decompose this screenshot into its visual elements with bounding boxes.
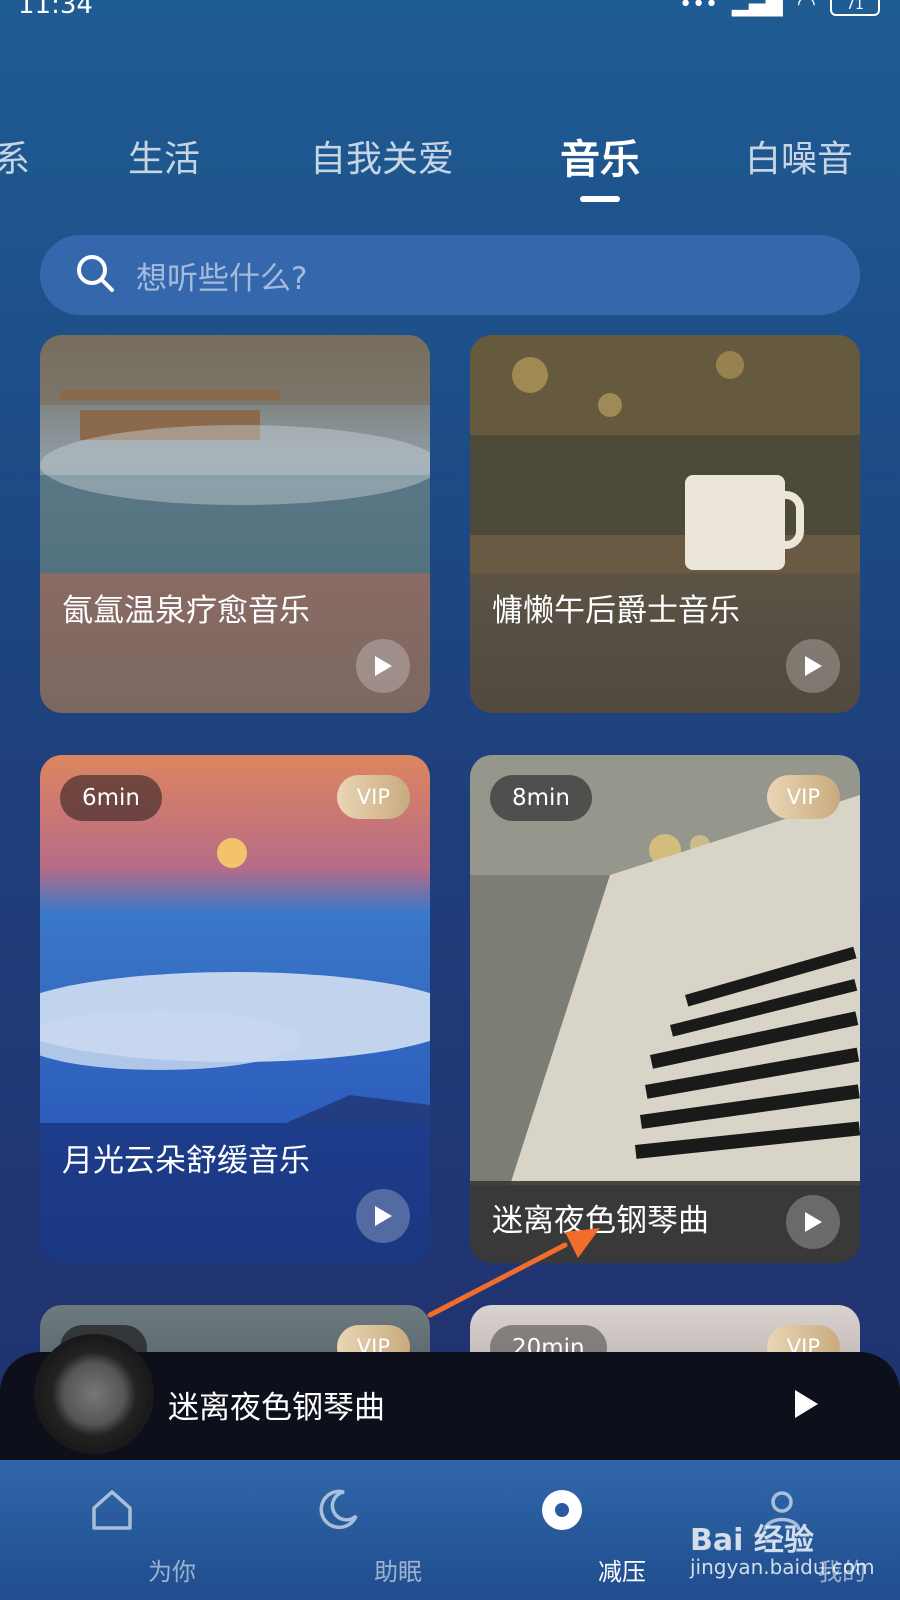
- hot-spring-image: [40, 335, 430, 580]
- nav-label: 助眠: [374, 1558, 422, 1586]
- card-footer: 慵懒午后爵士音乐: [470, 573, 860, 713]
- tab-relations[interactable]: 系: [0, 130, 30, 182]
- moon-icon: [319, 1489, 358, 1530]
- search-input[interactable]: 想听些什么?: [136, 253, 307, 298]
- tab-white-noise[interactable]: 白噪音: [745, 130, 853, 182]
- tab-life[interactable]: 生活: [128, 130, 200, 182]
- music-card-piano[interactable]: 8min VIP 迷离夜色钢琴曲: [470, 755, 860, 1263]
- battery-icon: 71: [830, 0, 880, 16]
- music-card-moonlight[interactable]: 6min VIP 月光云朵舒缓音乐: [40, 755, 430, 1263]
- more-dots-icon: •••: [679, 0, 719, 17]
- mini-play-button[interactable]: [792, 1388, 820, 1424]
- home-icon: [92, 1490, 132, 1530]
- card-title: 月光云朵舒缓音乐: [62, 1143, 310, 1179]
- relax-icon: [542, 1490, 582, 1530]
- tab-self-care[interactable]: 自我关爱: [310, 130, 454, 182]
- search-bar[interactable]: 想听些什么?: [40, 235, 860, 315]
- play-icon: [375, 1206, 392, 1226]
- duration-badge: 8min: [490, 775, 593, 821]
- duration-badge: 6min: [60, 775, 163, 821]
- play-icon: [805, 1212, 822, 1232]
- vip-badge: VIP: [336, 775, 410, 819]
- now-playing-title: 迷离夜色钢琴曲: [168, 1390, 385, 1426]
- nav-label: 为你: [148, 1558, 196, 1586]
- play-button[interactable]: [356, 639, 410, 693]
- card-title: 慵懒午后爵士音乐: [492, 593, 740, 629]
- play-button[interactable]: [356, 1189, 410, 1243]
- card-footer: 氤氲温泉疗愈音乐: [40, 573, 430, 713]
- status-bar: 11:34 ••• ▂▄▆ ◠ 71: [0, 0, 900, 30]
- card-footer: 月光云朵舒缓音乐: [40, 1123, 430, 1263]
- nav-item-sleep[interactable]: 助眠: [278, 1460, 422, 1600]
- music-card-hot-spring[interactable]: 氤氲温泉疗愈音乐: [40, 335, 430, 713]
- nav-item-for-you[interactable]: 为你: [52, 1460, 196, 1600]
- nav-label: 减压: [598, 1558, 646, 1586]
- card-title: 氤氲温泉疗愈音乐: [62, 593, 310, 629]
- baidu-watermark: Bai 经验: [690, 1523, 814, 1558]
- tab-music[interactable]: 音乐: [560, 127, 640, 185]
- card-title: 迷离夜色钢琴曲: [492, 1203, 709, 1239]
- status-time: 11:34: [18, 0, 93, 20]
- vip-badge: VIP: [766, 775, 840, 819]
- album-cover-disc[interactable]: [34, 1334, 154, 1454]
- nav-item-relax[interactable]: 减压: [502, 1460, 646, 1600]
- signal-icon: ▂▄▆: [732, 0, 783, 17]
- search-icon: [74, 252, 116, 298]
- mini-player[interactable]: 迷离夜色钢琴曲: [0, 1334, 900, 1460]
- category-tabs: 系 生活 自我关爱 音乐 白噪音: [0, 130, 900, 210]
- coffee-cup-image: [470, 335, 860, 580]
- active-tab-indicator: [580, 196, 620, 202]
- card-footer: 迷离夜色钢琴曲: [470, 1181, 860, 1263]
- baidu-watermark-url: jingyan.baidu.com: [690, 1555, 875, 1579]
- music-card-jazz[interactable]: 慵懒午后爵士音乐: [470, 335, 860, 713]
- play-icon: [375, 656, 392, 676]
- play-button[interactable]: [786, 639, 840, 693]
- play-icon: [795, 1390, 818, 1418]
- play-icon: [805, 656, 822, 676]
- wifi-icon: ◠: [796, 0, 816, 17]
- status-icons: ••• ▂▄▆ ◠ 71: [679, 0, 880, 17]
- play-button[interactable]: [786, 1195, 840, 1249]
